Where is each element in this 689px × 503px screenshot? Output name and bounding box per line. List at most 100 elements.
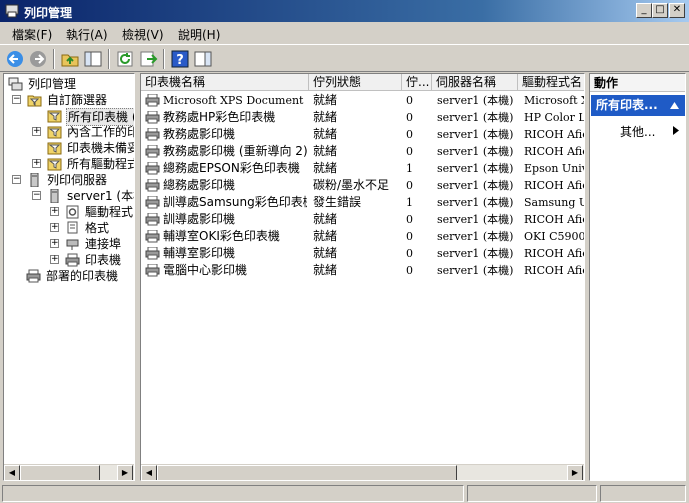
cell-server-name: server1 (本機) — [437, 213, 514, 226]
cell-jobs: 0 — [406, 145, 413, 158]
menu-action[interactable]: 執行(A) — [66, 26, 108, 43]
table-row[interactable]: 教務處HP彩色印表機 就緒 0 server1 (本機) HP Color La — [141, 109, 584, 126]
collapse-toggle[interactable]: − — [32, 191, 41, 200]
port-icon — [66, 239, 79, 250]
table-row[interactable]: 教務處影印機 (重新導向 2) 就緒 0 server1 (本機) RICOH Afic — [141, 143, 585, 160]
cell-jobs: 0 — [406, 128, 413, 141]
cell-jobs: 0 — [406, 230, 413, 243]
cell-queue-status: 就緒 — [313, 246, 338, 260]
expand-toggle[interactable]: + — [32, 127, 41, 136]
print-management-app-icon — [5, 4, 19, 18]
expand-toggle[interactable]: + — [50, 223, 59, 232]
expand-toggle[interactable]: + — [32, 159, 41, 168]
collapse-toggle[interactable]: − — [12, 95, 21, 104]
cell-server-name: server1 (本機) — [437, 264, 514, 277]
list-header: 印表機名稱 佇列狀態 佇... 伺服器名稱 驅動程式名 — [141, 74, 584, 91]
table-row[interactable]: Microsoft XPS Document W... 就緒 0 server1 (本… — [141, 92, 584, 109]
cell-queue-status: 發生錯誤 — [313, 195, 362, 209]
menu-help[interactable]: 說明(H) — [178, 26, 220, 43]
collapse-toggle[interactable]: − — [12, 175, 21, 184]
server-icon — [50, 189, 59, 203]
status-panel-2 — [467, 485, 597, 502]
cell-jobs: 0 — [406, 94, 413, 107]
table-row[interactable]: 總務處EPSON彩色印表機就緒 1 server1 (本機) Epson Unive — [141, 160, 584, 177]
cell-queue-status: 就緒 — [313, 110, 338, 124]
toolbar-separator — [108, 49, 110, 69]
table-row[interactable]: 輔導室OKI彩色印表機 就緒 0 server1 (本機) OKI C5900( — [141, 228, 584, 245]
printer-list[interactable]: 印表機名稱 佇列狀態 佇... 伺服器名稱 驅動程式名 Microsoft XP… — [140, 73, 585, 481]
scroll-right-button[interactable]: ▶ — [117, 465, 133, 480]
cell-driver-name: Microsoft XI — [524, 94, 584, 107]
forward-arrow-icon[interactable] — [28, 49, 48, 69]
printer-icon — [65, 253, 80, 267]
menu-file[interactable]: 檔案(F) — [12, 26, 52, 43]
cell-driver-name: RICOH Afic — [524, 213, 585, 226]
collapse-up-icon — [670, 102, 679, 109]
table-row[interactable]: 總務處影印機 碳粉/墨水不足 0 server1 (本機) RICOH Afic — [141, 177, 584, 194]
cell-printer-name: 電腦中心影印機 — [163, 263, 248, 277]
toolbar-separator — [163, 49, 165, 69]
column-header-jobs[interactable]: 佇... — [402, 74, 432, 91]
refresh-icon[interactable] — [115, 49, 135, 69]
cell-server-name: server1 (本機) — [437, 179, 514, 192]
cell-printer-name: 教務處影印機 — [163, 127, 236, 141]
minimize-button[interactable]: _ — [636, 3, 652, 18]
tree-horizontal-scrollbar[interactable]: ◀ ▶ — [4, 464, 134, 480]
table-row[interactable]: 電腦中心影印機 就緒 0 server1 (本機) RICOH Afic — [141, 262, 584, 279]
toolbar-separator — [53, 49, 55, 69]
column-header-server-name[interactable]: 伺服器名稱 — [432, 74, 518, 91]
status-bar — [0, 483, 689, 503]
scroll-left-button[interactable]: ◀ — [4, 465, 20, 480]
cell-server-name: server1 (本機) — [437, 111, 514, 124]
maximize-button[interactable]: □ — [652, 3, 668, 18]
cell-driver-name: RICOH Afic — [524, 247, 585, 260]
printer-icon — [145, 94, 160, 107]
cell-queue-status: 就緒 — [313, 161, 338, 175]
cell-queue-status: 就緒 — [313, 93, 338, 107]
expand-toggle[interactable]: + — [50, 239, 59, 248]
cell-driver-name: RICOH Afic — [524, 145, 585, 158]
scroll-thumb[interactable] — [157, 465, 457, 480]
cell-jobs: 0 — [406, 247, 413, 260]
list-horizontal-scrollbar[interactable]: ◀ ▶ — [141, 464, 584, 480]
cell-queue-status: 就緒 — [313, 127, 338, 141]
table-row[interactable]: 教務處影印機 就緒 0 server1 (本機) RICOH Afic — [141, 126, 584, 143]
cell-queue-status: 碳粉/墨水不足 — [313, 178, 390, 192]
cell-server-name: server1 (本機) — [437, 247, 514, 260]
show-hide-tree-icon[interactable] — [83, 49, 103, 69]
status-panel-main — [2, 485, 464, 502]
table-row[interactable]: 訓導處Samsung彩色印表機 發生錯誤 1 server1 (本機) Samsung … — [141, 194, 584, 211]
scroll-right-button[interactable]: ▶ — [567, 465, 583, 480]
console-tree[interactable]: 列印管理 − 自訂篩選器 所有印表機 ( + 內含工作的印 印表機未備妥 + 所… — [3, 73, 135, 481]
menu-view[interactable]: 檢視(V) — [122, 26, 164, 43]
show-hide-action-pane-icon[interactable] — [193, 49, 213, 69]
printer-icon — [145, 247, 160, 260]
actions-more-item[interactable]: 其他... — [620, 123, 655, 140]
filter-folder-icon — [27, 95, 42, 107]
scroll-thumb[interactable] — [20, 465, 100, 480]
cell-printer-name: 教務處影印機 (重新導向 2) — [163, 144, 307, 158]
column-header-printer-name[interactable]: 印表機名稱 — [141, 74, 309, 91]
filter-icon — [47, 126, 62, 139]
column-header-driver-name[interactable]: 驅動程式名 — [518, 74, 584, 91]
column-header-queue-status[interactable]: 佇列狀態 — [309, 74, 402, 91]
printer-icon — [145, 179, 160, 192]
close-button[interactable]: ✕ — [669, 3, 685, 18]
expand-toggle[interactable]: + — [50, 207, 59, 216]
actions-section-header[interactable]: 所有印表... — [591, 95, 685, 116]
up-folder-icon[interactable] — [60, 49, 80, 69]
expand-toggle[interactable]: + — [50, 255, 59, 264]
table-row[interactable]: 輔導室影印機 就緒 0 server1 (本機) RICOH Afic — [141, 245, 585, 262]
help-icon[interactable]: ? — [170, 49, 190, 69]
cell-printer-name: 總務處EPSON彩色印表機 — [163, 161, 300, 175]
tree-node-label: server1 (本機 — [67, 189, 134, 203]
cell-jobs: 1 — [406, 162, 413, 175]
back-arrow-icon[interactable] — [5, 49, 25, 69]
printer-icon — [145, 145, 160, 158]
export-list-icon[interactable] — [138, 49, 158, 69]
cell-printer-name: 教務處HP彩色印表機 — [163, 110, 276, 124]
scroll-left-button[interactable]: ◀ — [141, 465, 157, 480]
tree-node-label: 印表機 — [85, 253, 122, 267]
printer-icon — [145, 264, 160, 277]
table-row[interactable]: 訓導處影印機 就緒 0 server1 (本機) RICOH Afic — [141, 211, 585, 228]
